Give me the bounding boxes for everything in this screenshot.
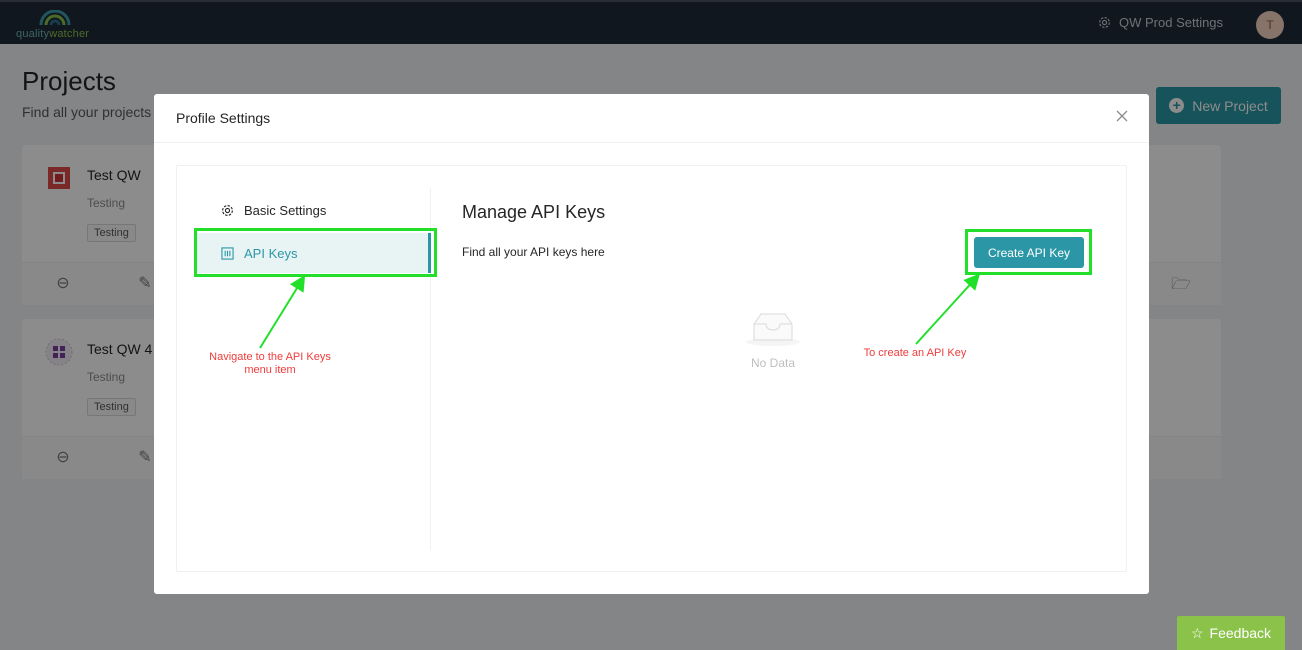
arrow-to-create-button <box>915 273 981 345</box>
arrow-to-api-keys <box>259 274 306 349</box>
button-annotation-note: To create an API Key <box>863 347 967 359</box>
annotation-arrows <box>259 273 981 349</box>
menu-annotation-note: Navigate to the API Keys menu item <box>209 351 331 376</box>
